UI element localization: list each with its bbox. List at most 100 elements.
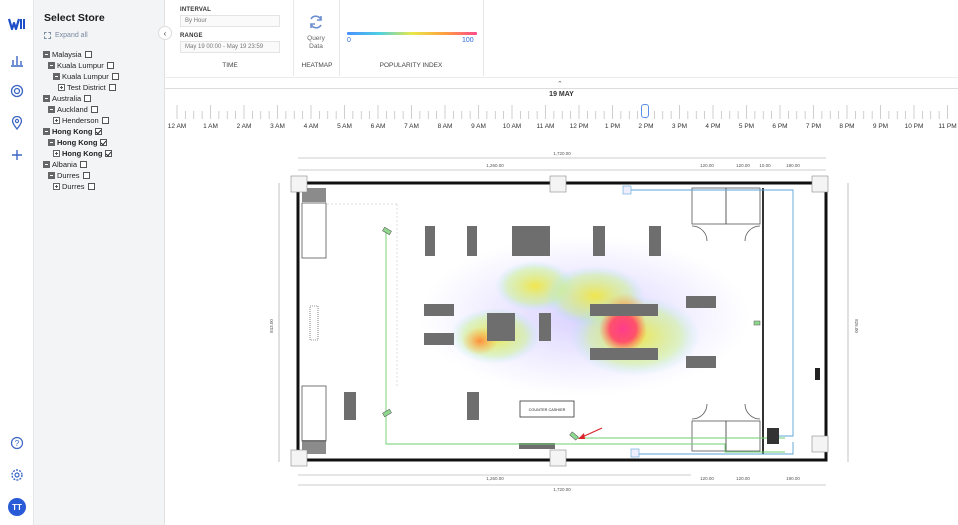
tree-node-checkbox[interactable] <box>87 183 95 190</box>
timeline[interactable]: 19 MAY 12 AM 1 AM 2 AM 3 AM 4 AM 5 AM 6 AM 7 AM… <box>165 89 958 135</box>
plus-icon[interactable] <box>7 145 27 165</box>
expand-node-icon[interactable] <box>58 84 65 91</box>
tree-node[interactable]: Hong Kong <box>43 148 119 159</box>
tree-node[interactable]: Malaysia <box>43 49 119 60</box>
settings-icon[interactable] <box>7 465 27 485</box>
floorplan-map[interactable]: 1,720.00 1,260.00 120.00 120.00 10.00 19… <box>165 136 958 525</box>
popularity-gradient <box>347 32 477 35</box>
heatmap-section-label: HEATMAP <box>301 62 333 69</box>
heatmap-icon[interactable] <box>7 81 27 101</box>
tree-node-checkbox[interactable] <box>90 106 98 113</box>
tree-node[interactable]: Albania <box>43 159 119 170</box>
collapse-panel-button[interactable]: ‹ <box>158 26 172 40</box>
range-label: RANGE <box>180 33 203 39</box>
tree-node[interactable]: Australia <box>43 93 119 104</box>
tree-node-checkbox[interactable] <box>80 161 88 168</box>
collapse-node-icon[interactable] <box>48 106 55 113</box>
tree-node-checkbox[interactable] <box>84 95 92 102</box>
control-bar: INTERVAL By Hour RANGE May 19 00:00 - Ma… <box>165 0 958 78</box>
tree-node[interactable]: Hong Kong <box>43 126 119 137</box>
tree-node[interactable]: Hong Kong <box>43 137 119 148</box>
hour-label[interactable]: 6 AM <box>371 123 386 130</box>
hour-label[interactable]: 11 PM <box>938 123 956 130</box>
hour-label[interactable]: 8 AM <box>438 123 453 130</box>
hour-label[interactable]: 8 PM <box>839 123 854 130</box>
hour-label[interactable]: 12 AM <box>168 123 186 130</box>
hour-label[interactable]: 12 PM <box>570 123 589 130</box>
tree-node-checkbox[interactable] <box>108 84 116 91</box>
collapse-node-icon[interactable] <box>53 73 60 80</box>
door-icon <box>815 368 820 380</box>
hour-label[interactable]: 9 PM <box>873 123 888 130</box>
tree-node[interactable]: Kuala Lumpur <box>43 71 119 82</box>
tree-node[interactable]: Auckland <box>43 104 119 115</box>
hour-label[interactable]: 6 PM <box>772 123 787 130</box>
dim-a-bottom: 120.00 <box>700 476 714 481</box>
tree-node-checkbox[interactable] <box>100 139 108 146</box>
interval-select[interactable]: By Hour <box>180 15 280 27</box>
hour-label[interactable]: 2 AM <box>237 123 252 130</box>
timeline-ticks <box>176 105 948 119</box>
collapse-node-icon[interactable] <box>43 161 50 168</box>
hour-label[interactable]: 7 AM <box>404 123 419 130</box>
tree-node-checkbox[interactable] <box>84 51 92 58</box>
collapse-node-icon[interactable] <box>43 128 50 135</box>
bar-chart-icon[interactable] <box>7 50 27 70</box>
avatar[interactable]: TT <box>8 498 26 516</box>
refresh-icon <box>310 15 322 29</box>
collapse-node-icon[interactable] <box>48 62 55 69</box>
query-data-label: Query Data <box>307 35 325 50</box>
dim-b-bottom: 120.00 <box>736 476 750 481</box>
tree-node[interactable]: Durres <box>43 170 119 181</box>
hour-label[interactable]: 2 PM <box>638 123 653 130</box>
popularity-section-label: POPULARITY INDEX <box>379 62 443 69</box>
expand-node-icon[interactable] <box>53 150 60 157</box>
collapse-node-icon[interactable] <box>48 139 55 146</box>
collapse-node-icon[interactable] <box>43 95 50 102</box>
counter-cashier-label: COUNTER CASHIER <box>529 408 566 412</box>
hour-label[interactable]: 3 AM <box>270 123 285 130</box>
hour-label[interactable]: 5 PM <box>739 123 754 130</box>
hour-label[interactable]: 10 PM <box>905 123 924 130</box>
timeline-handle[interactable] <box>641 104 649 118</box>
hour-label[interactable]: 3 PM <box>672 123 687 130</box>
help-icon[interactable]: ? <box>7 433 27 453</box>
logo-icon[interactable] <box>7 14 27 34</box>
dim-total-top: 1,720.00 <box>553 151 571 156</box>
range-field[interactable]: May 19 00:00 - May 19 23:59 <box>180 41 280 53</box>
tree-node-label: Malaysia <box>52 50 82 59</box>
chevron-left-icon: ‹ <box>163 28 167 38</box>
tree-node[interactable]: Test District <box>43 82 119 93</box>
floorplan-svg: 1,720.00 1,260.00 120.00 120.00 10.00 19… <box>269 151 859 492</box>
hour-label[interactable]: 7 PM <box>806 123 821 130</box>
hour-label[interactable]: 1 PM <box>605 123 620 130</box>
hour-label[interactable]: 4 AM <box>304 123 319 130</box>
expand-node-icon[interactable] <box>53 117 60 124</box>
collapse-node-icon[interactable] <box>43 51 50 58</box>
interval-label: INTERVAL <box>180 7 212 13</box>
tree-node-label: Durres <box>62 182 85 191</box>
hour-label[interactable]: 1 AM <box>203 123 218 130</box>
hour-label[interactable]: 5 AM <box>337 123 352 130</box>
expand-all-button[interactable]: Expand all <box>44 32 88 39</box>
hour-label[interactable]: 11 AM <box>537 123 555 130</box>
hour-label[interactable]: 4 PM <box>705 123 720 130</box>
tree-node-checkbox[interactable] <box>95 128 103 135</box>
dim-d-top: 190.00 <box>786 163 800 168</box>
location-pin-icon[interactable] <box>7 113 27 133</box>
chevron-up-icon[interactable]: ⌃ <box>557 80 563 88</box>
tree-node-checkbox[interactable] <box>82 172 90 179</box>
tree-node-checkbox[interactable] <box>105 150 113 157</box>
expand-node-icon[interactable] <box>53 183 60 190</box>
tree-node[interactable]: Kuala Lumpur <box>43 60 119 71</box>
tree-node-checkbox[interactable] <box>101 117 109 124</box>
tree-node-checkbox[interactable] <box>106 62 114 69</box>
tree-node[interactable]: Henderson <box>43 115 119 126</box>
tree-node-label: Durres <box>57 171 80 180</box>
hour-label[interactable]: 10 AM <box>503 123 521 130</box>
query-data-button[interactable]: Query Data <box>300 14 332 51</box>
hour-label[interactable]: 9 AM <box>471 123 486 130</box>
collapse-node-icon[interactable] <box>48 172 55 179</box>
tree-node-checkbox[interactable] <box>111 73 119 80</box>
tree-node[interactable]: Durres <box>43 181 119 192</box>
